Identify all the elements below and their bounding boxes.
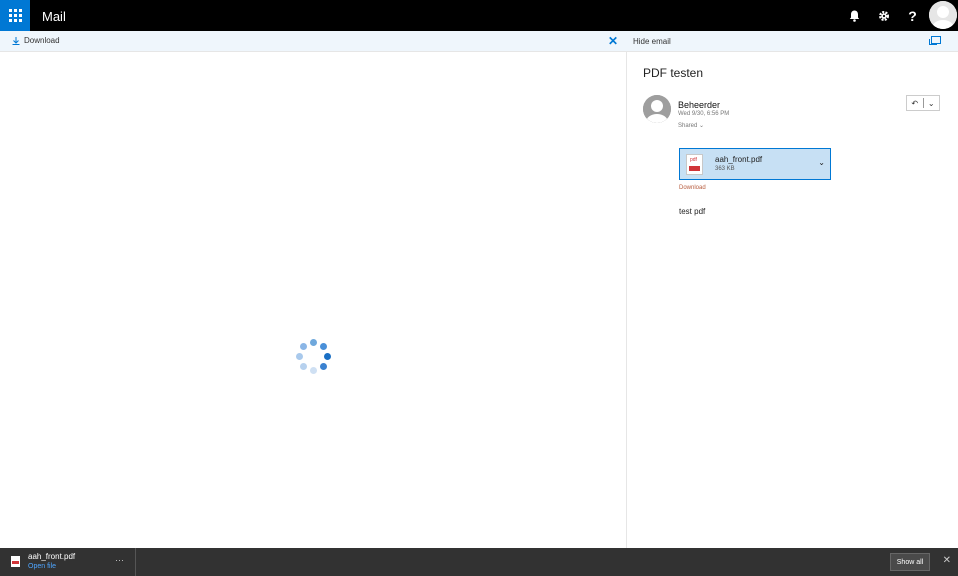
close-preview-button[interactable]: ✕ — [608, 34, 618, 48]
close-icon[interactable]: ✕ — [943, 555, 951, 566]
pdf-type-tag: pdf — [690, 157, 697, 163]
attachment-name: aah_front.pdf — [715, 155, 763, 164]
open-file-link[interactable]: Open file — [28, 563, 56, 570]
app-title: Mail — [42, 9, 66, 24]
app-launcher-button[interactable] — [0, 0, 30, 31]
chevron-down-icon[interactable]: ⌄ — [818, 158, 825, 167]
hide-email-button[interactable]: Hide email — [633, 37, 671, 46]
attachment-size: 363 KB — [715, 166, 735, 172]
reply-button[interactable]: ↶ ⌄ — [906, 95, 940, 111]
pdf-icon: pdf — [686, 154, 703, 175]
chevron-down-icon[interactable]: ⌄ — [924, 99, 940, 108]
email-date: Wed 9/30, 6:56 PM — [678, 111, 730, 117]
top-bar: Mail ? — [0, 0, 958, 31]
help-button[interactable]: ? — [898, 0, 927, 31]
reading-pane: PDF testen Beheerder Wed 9/30, 6:56 PM S… — [628, 52, 958, 548]
sender-avatar[interactable] — [643, 95, 671, 123]
person-icon — [929, 1, 957, 29]
notifications-button[interactable] — [840, 0, 869, 31]
gear-icon — [878, 10, 889, 21]
attachment-preview-pane — [0, 52, 627, 548]
bell-icon — [849, 10, 860, 22]
command-bar: Download ✕ Hide email — [0, 31, 958, 52]
shared-toggle[interactable]: Shared ⌄ — [678, 122, 704, 129]
downloaded-file-name[interactable]: aah_front.pdf — [28, 552, 75, 561]
shared-label: Shared — [678, 123, 698, 129]
attachment-download-link[interactable]: Download — [679, 185, 706, 191]
download-button[interactable]: Download — [12, 36, 60, 45]
sender-name[interactable]: Beheerder — [678, 100, 720, 110]
user-avatar[interactable] — [929, 1, 957, 29]
divider — [135, 548, 136, 576]
chevron-down-icon: ⌄ — [699, 123, 705, 129]
download-label: Download — [24, 36, 60, 45]
download-icon — [12, 36, 20, 45]
popout-icon[interactable] — [929, 36, 941, 45]
reply-icon: ↶ — [911, 98, 919, 108]
settings-button[interactable] — [869, 0, 898, 31]
browser-download-bar: aah_front.pdf Open file ··· Show all ✕ — [0, 548, 958, 576]
show-all-button[interactable]: Show all — [890, 553, 930, 571]
more-options-icon[interactable]: ··· — [115, 555, 124, 565]
loading-spinner — [296, 339, 332, 375]
person-icon — [643, 95, 671, 123]
attachment-card[interactable]: pdf aah_front.pdf 363 KB ⌄ — [679, 148, 831, 180]
email-subject: PDF testen — [643, 66, 704, 80]
help-icon: ? — [908, 7, 917, 24]
email-body: test pdf — [679, 207, 706, 216]
app-launcher-icon — [8, 9, 22, 22]
pdf-file-icon — [11, 556, 20, 567]
